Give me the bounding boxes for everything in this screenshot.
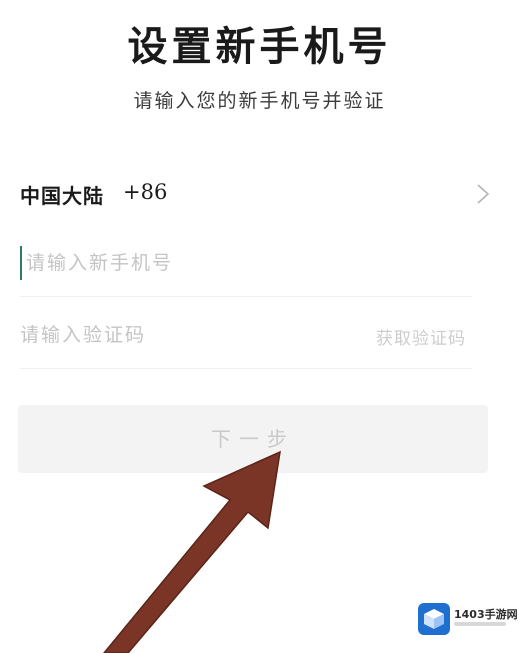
region-name: 中国大陆 — [20, 184, 104, 208]
verification-code-input[interactable] — [20, 318, 320, 352]
page-subtitle: 请输入您的新手机号并验证 — [133, 90, 386, 112]
next-step-button[interactable]: 下一步 — [18, 405, 488, 473]
verification-field-row: 获取验证码 — [20, 304, 472, 369]
watermark-logo-icon — [418, 603, 450, 635]
page-title: 设置新手机号 — [127, 23, 392, 70]
watermark: 1403手游网 — [414, 600, 518, 640]
region-selector[interactable]: 中国大陆 +86 — [20, 166, 492, 222]
new-phone-input[interactable] — [20, 246, 466, 280]
watermark-url-line — [454, 622, 506, 626]
get-code-button[interactable]: 获取验证码 — [376, 324, 466, 349]
country-code: +86 — [123, 180, 168, 204]
chevron-right-icon — [477, 184, 490, 204]
phone-field-row — [20, 232, 472, 297]
watermark-text: 1403手游网 — [454, 608, 518, 621]
